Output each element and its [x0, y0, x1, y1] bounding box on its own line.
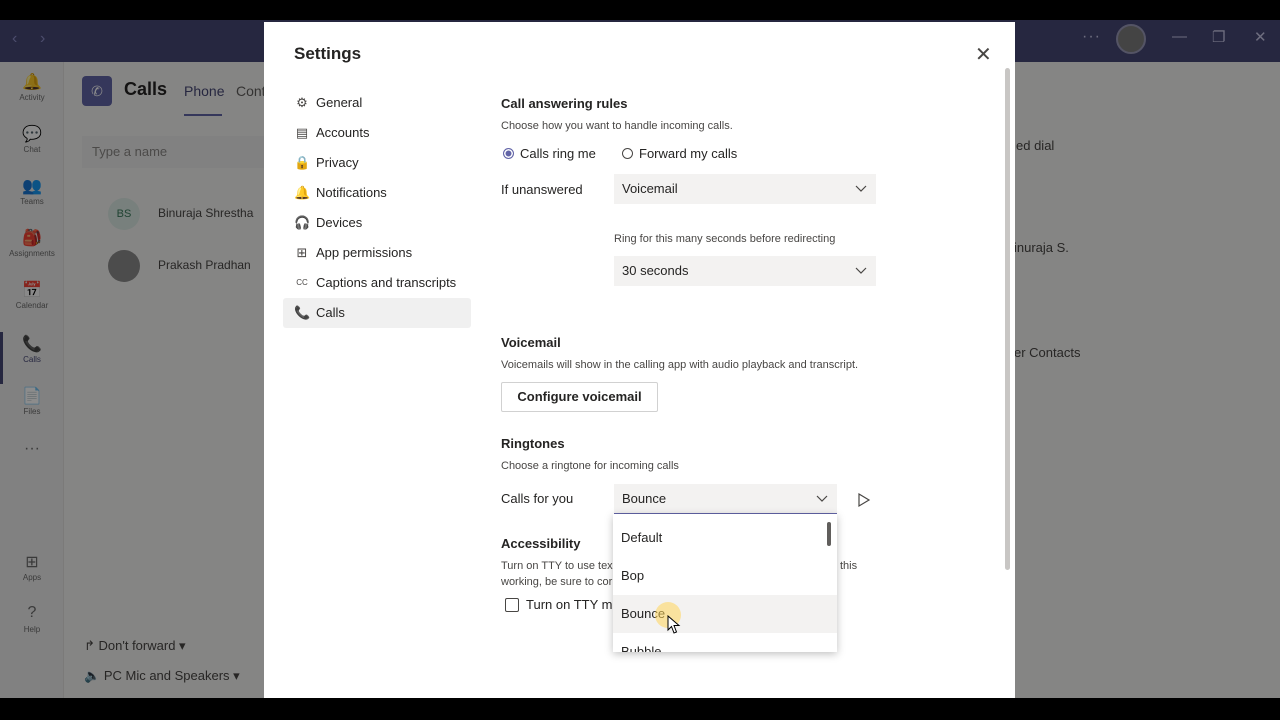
settings-nav-captions-and-transcripts[interactable]: CC Captions and transcripts — [283, 268, 471, 298]
chevron-down-icon — [855, 267, 867, 274]
radio-empty-icon — [622, 148, 633, 159]
letterbox-top — [0, 0, 1280, 20]
settings-nav-notifications[interactable]: 🔔 Notifications — [283, 178, 471, 208]
settings-nav-label: General — [316, 95, 363, 110]
ringtone-option[interactable]: Default — [613, 519, 837, 557]
if-unanswered-select[interactable]: Voicemail — [614, 174, 876, 204]
settings-nav-privacy[interactable]: 🔒 Privacy — [283, 148, 471, 178]
voicemail-desc: Voicemails will show in the calling app … — [501, 359, 859, 371]
settings-nav-label: Devices — [316, 215, 363, 230]
accessibility-desc-line2: working, be sure to cor — [501, 576, 613, 588]
ringtone-dropdown-list: Default Bop Bounce Bubble — [613, 514, 837, 652]
accessibility-heading: Accessibility — [501, 536, 581, 551]
id-card-icon: ▤ — [295, 125, 309, 140]
chevron-down-icon — [855, 185, 867, 192]
mouse-cursor-icon — [667, 615, 681, 634]
bell-icon: 🔔 — [294, 185, 311, 200]
settings-nav-label: App permissions — [316, 245, 413, 260]
settings-nav: ⚙ General ▤ Accounts 🔒 Privacy 🔔 Notifications 🎧… — [283, 88, 471, 328]
play-icon[interactable] — [856, 492, 872, 508]
ringtones-desc: Choose a ringtone for incoming calls — [501, 460, 679, 472]
call-answering-heading: Call answering rules — [501, 96, 628, 111]
ringtone-option[interactable]: Bubble — [613, 633, 837, 652]
lock-icon: 🔒 — [294, 155, 311, 170]
ringtone-option[interactable]: Bounce — [613, 595, 837, 633]
voicemail-heading: Voicemail — [501, 335, 561, 350]
radio-selected-icon — [503, 148, 514, 159]
ring-seconds-select[interactable]: 30 seconds — [614, 256, 876, 286]
settings-nav-calls[interactable]: 📞 Calls — [283, 298, 471, 328]
dropdown-scrollbar[interactable] — [827, 522, 831, 546]
settings-nav-label: Captions and transcripts — [316, 275, 457, 290]
headset-icon: 🎧 — [294, 215, 311, 230]
ringtone-select[interactable]: Bounce — [614, 484, 837, 514]
if-unanswered-label: If unanswered — [501, 182, 583, 197]
settings-nav-general[interactable]: ⚙ General — [283, 88, 471, 118]
settings-nav-label: Privacy — [316, 155, 359, 170]
radio-calls-ring-me[interactable]: Calls ring me — [503, 146, 596, 161]
settings-nav-label: Notifications — [316, 185, 387, 200]
configure-voicemail-button[interactable]: Configure voicemail — [501, 382, 658, 412]
settings-nav-accounts[interactable]: ▤ Accounts — [283, 118, 471, 148]
phone-icon: 📞 — [294, 305, 311, 320]
ringtone-option[interactable]: Bop — [613, 557, 837, 595]
dialog-scrollbar[interactable] — [1005, 68, 1010, 570]
settings-nav-app-permissions[interactable]: ⊞ App permissions — [283, 238, 471, 268]
grid-icon: ⊞ — [296, 245, 308, 260]
accessibility-desc-line1: Turn on TTY to use tex — [501, 560, 613, 572]
tty-label: Turn on TTY mo — [526, 597, 620, 612]
ring-seconds-label: Ring for this many seconds before redire… — [614, 233, 836, 245]
letterbox-bottom — [0, 698, 1280, 720]
accessibility-desc-line1-end: this — [840, 560, 858, 572]
calls-for-you-label: Calls for you — [501, 491, 574, 506]
ringtones-heading: Ringtones — [501, 436, 565, 451]
settings-nav-label: Calls — [316, 305, 345, 320]
radio-forward-calls[interactable]: Forward my calls — [622, 146, 737, 161]
settings-nav-label: Accounts — [316, 125, 370, 140]
captions-icon: CC — [296, 278, 308, 287]
call-answering-desc: Choose how you want to handle incoming c… — [501, 120, 733, 132]
tty-checkbox[interactable] — [505, 598, 519, 612]
dialog-title: Settings — [294, 44, 362, 63]
gear-icon: ⚙ — [296, 95, 308, 110]
settings-nav-devices[interactable]: 🎧 Devices — [283, 208, 471, 238]
chevron-down-icon — [816, 495, 828, 502]
